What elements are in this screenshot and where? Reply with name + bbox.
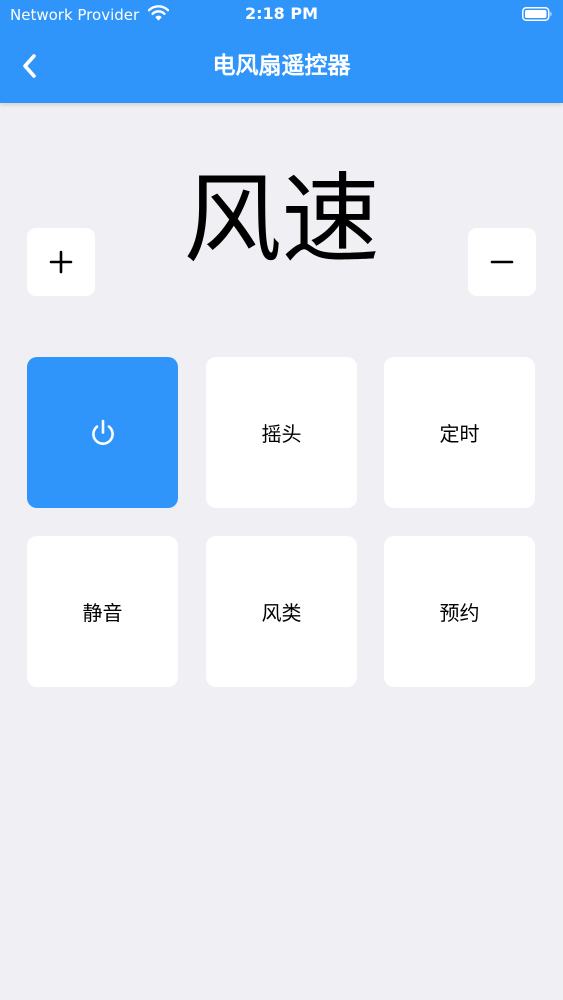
schedule-label: 预约 [439,601,480,625]
oscillate-button[interactable]: 摇头 [206,357,357,508]
speed-decrease-button[interactable] [468,228,536,296]
mute-label: 静音 [82,601,123,625]
page-title: 电风扇遥控器 [212,53,351,79]
plus-icon [49,250,73,274]
speed-increase-button[interactable] [27,228,95,296]
power-icon [91,419,114,445]
mute-button[interactable]: 静音 [27,536,178,687]
timer-label: 定时 [439,422,480,446]
status-bar: Network Provider 2:18 PM [0,0,563,30]
nav-bar: 电风扇遥控器 [0,30,563,103]
back-button[interactable] [10,46,50,86]
wind-speed-label: 风速 [183,163,380,277]
power-button[interactable] [27,357,178,508]
minus-icon [490,260,514,264]
carrier-label: Network Provider [10,6,140,24]
oscillate-label: 摇头 [261,422,302,446]
wifi-icon [148,5,169,21]
timer-button[interactable]: 定时 [384,357,535,508]
chevron-left-icon [23,54,36,78]
schedule-button[interactable]: 预约 [384,536,535,687]
app-header: Network Provider 2:18 PM 电风扇遥控器 [0,0,563,103]
wind-type-label: 风类 [261,601,302,625]
wind-type-button[interactable]: 风类 [206,536,357,687]
battery-icon [522,7,552,21]
